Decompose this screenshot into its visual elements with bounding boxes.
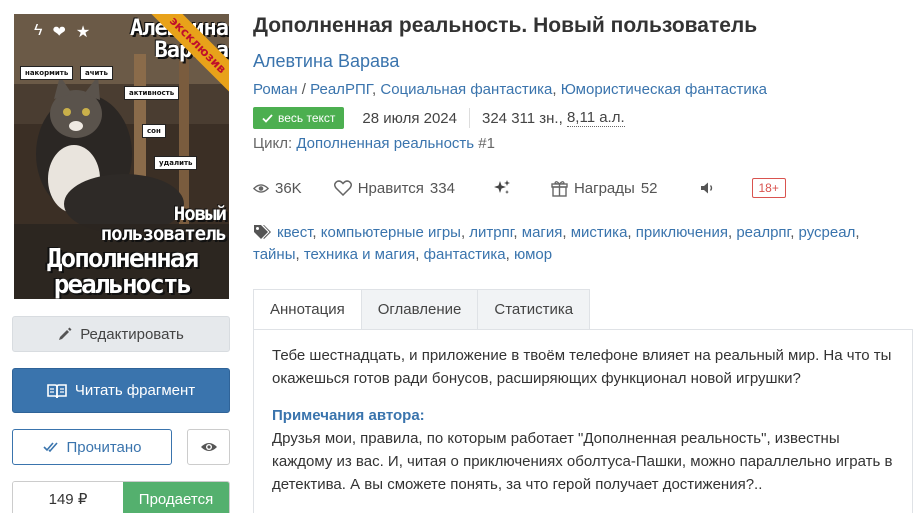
- likes-count: 334: [429, 179, 455, 197]
- size-author-sheets: 8,11 а.л.: [566, 109, 625, 127]
- likes-label: Нравится: [357, 179, 424, 197]
- author-notes-heading: Примечания автора:: [272, 407, 425, 424]
- read-fragment-button[interactable]: Читать фрагмент: [12, 368, 230, 413]
- like-button[interactable]: Нравится 334: [333, 179, 455, 197]
- cover-subtitle-line2: пользователь: [100, 223, 227, 245]
- buy-button[interactable]: Продается: [123, 482, 229, 513]
- cover-chip: ачить: [80, 66, 113, 80]
- full-text-badge: весь текст: [253, 107, 345, 129]
- speaker-icon: [700, 182, 712, 194]
- tag-link[interactable]: тайны: [253, 246, 296, 263]
- tag-link[interactable]: компьютерные игры: [321, 224, 461, 241]
- star-icon: ★: [75, 24, 91, 41]
- cover-chip: активность: [124, 86, 180, 100]
- check-icon: [262, 113, 273, 123]
- cycle-number: #1: [478, 135, 495, 152]
- tab-contents[interactable]: Оглавление: [361, 289, 479, 330]
- cover-title-line1: Дополненная: [46, 244, 199, 274]
- tag-link[interactable]: мистика: [571, 224, 628, 241]
- tab-statistics[interactable]: Статистика: [478, 289, 591, 330]
- sparkle-icon: [493, 180, 510, 194]
- cover-chip: накормить: [20, 66, 74, 80]
- audio-button[interactable]: [700, 181, 716, 195]
- tag-link[interactable]: магия: [522, 224, 563, 241]
- author-link[interactable]: Алевтина Варава: [253, 51, 399, 72]
- gift-icon: [551, 180, 568, 197]
- eye-icon: [200, 443, 217, 451]
- heart-icon: [333, 180, 352, 196]
- open-book-icon: [47, 383, 67, 398]
- heart-icon: ❤: [52, 24, 66, 41]
- size-chars: 324 311 зн.,: [482, 109, 563, 127]
- price: 149 ₽: [13, 482, 123, 513]
- genres: Роман / РеалРПГ, Социальная фантастика, …: [253, 81, 767, 98]
- tag-link[interactable]: литрпг: [469, 224, 513, 241]
- meta-row: весь текст 28 июля 2024 324 311 зн., 8,1…: [253, 107, 625, 129]
- stats-row: 36K Нравится 334 Награды 52 18+: [253, 176, 786, 200]
- cycle-label: Цикл:: [253, 135, 293, 152]
- full-text-label: весь текст: [278, 111, 336, 125]
- awards-label: Награды: [573, 179, 635, 197]
- genre-link[interactable]: Юмористическая фантастика: [561, 81, 767, 98]
- divider: [469, 108, 470, 128]
- annotation-text: Тебе шестнадцать, и приложение в твоём т…: [272, 347, 892, 387]
- tag-link[interactable]: реалрпг: [736, 224, 790, 241]
- buy-block: 149 ₽ Продается: [12, 481, 230, 513]
- cover-chip: сон: [142, 124, 166, 138]
- mark-read-label: Прочитано: [66, 438, 142, 456]
- genre-link[interactable]: Роман: [253, 81, 298, 98]
- book-title: Дополненная реальность. Новый пользовате…: [253, 14, 758, 37]
- read-fragment-label: Читать фрагмент: [74, 382, 196, 399]
- tag-link[interactable]: юмор: [514, 246, 552, 263]
- mark-read-button[interactable]: Прочитано: [12, 429, 172, 465]
- genre-link[interactable]: РеалРПГ: [310, 81, 372, 98]
- watch-button[interactable]: [187, 429, 230, 465]
- tabs: Аннотация Оглавление Статистика: [253, 289, 591, 330]
- views-count: 36K: [275, 179, 302, 197]
- sparkle-button[interactable]: [493, 179, 511, 197]
- cover-chip: удалить: [154, 156, 198, 170]
- edit-button[interactable]: Редактировать: [12, 316, 230, 352]
- double-check-icon: [42, 442, 58, 453]
- cycle-link[interactable]: Дополненная реальность: [296, 135, 474, 152]
- tags-icon: [254, 225, 271, 239]
- age-rating-badge: 18+: [751, 178, 786, 198]
- cycle: Цикл: Дополненная реальность #1: [253, 135, 495, 152]
- tag-link[interactable]: приключения: [636, 224, 728, 241]
- awards-button[interactable]: Награды 52: [551, 180, 658, 197]
- awards-count: 52: [640, 179, 658, 197]
- book-cover[interactable]: ϟ ❤ ★ Алевтина Варава эксклюзив накормит…: [14, 14, 229, 299]
- tab-annotation[interactable]: Аннотация: [253, 289, 362, 330]
- edit-button-label: Редактировать: [80, 325, 184, 343]
- tag-link[interactable]: техника и магия: [304, 246, 415, 263]
- author-notes-text: Друзья мои, правила, по которым работает…: [272, 430, 893, 493]
- cover-title: Дополненная реальность: [16, 246, 228, 298]
- cover-icons: ϟ ❤ ★: [34, 22, 90, 42]
- lightning-icon: ϟ: [34, 22, 43, 39]
- cover-title-line2: реальность: [53, 270, 193, 299]
- cover-subtitle: Новый пользователь: [74, 203, 227, 245]
- views-stat: 36K: [253, 180, 302, 197]
- annotation-panel: Тебе шестнадцать, и приложение в твоём т…: [253, 329, 913, 513]
- eye-icon: [253, 183, 269, 193]
- publish-date: 28 июля 2024: [362, 109, 457, 127]
- tags: квест, компьютерные игры, литрпг, магия,…: [253, 224, 860, 263]
- tag-link[interactable]: русреал: [799, 224, 856, 241]
- tag-link[interactable]: квест: [277, 224, 312, 241]
- genre-link[interactable]: Социальная фантастика: [380, 81, 552, 98]
- pencil-icon: [59, 327, 72, 340]
- cover-subtitle-line1: Новый: [173, 203, 227, 225]
- tag-link[interactable]: фантастика: [424, 246, 506, 263]
